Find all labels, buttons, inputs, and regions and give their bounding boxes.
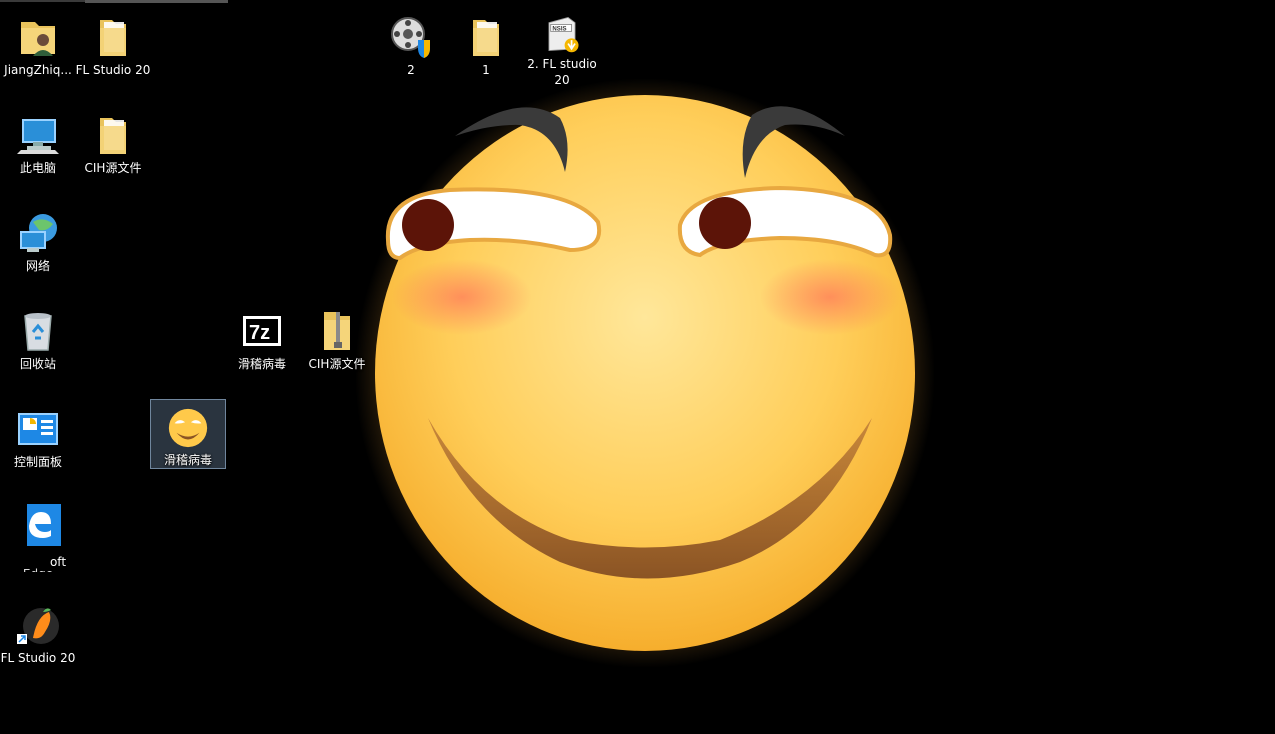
recycle-bin-icon: [24, 313, 52, 351]
recycle-bin-icon-item[interactable]: 回收站: [0, 302, 76, 382]
cih-zip-icon-item[interactable]: CIH源文件: [299, 302, 375, 382]
icon-label: FL Studio 20: [0, 651, 76, 665]
left-pupil: [402, 199, 454, 251]
7z-archive-icon-item[interactable]: 7z 滑稽病毒: [224, 302, 300, 382]
fl-studio-shortcut-icon-item[interactable]: FL Studio 20: [0, 596, 76, 676]
edge-browser-icon: [27, 504, 61, 546]
svg-text:NSIS: NSIS: [552, 26, 566, 33]
control-panel-icon-item[interactable]: 控制面板: [0, 400, 76, 480]
icon-label: 控制面板: [13, 455, 62, 469]
smiley-wallpaper: [355, 78, 935, 668]
folder-icon: [473, 20, 499, 56]
right-pupil: [699, 197, 751, 249]
icon-label: 回收站: [19, 357, 56, 371]
fl-studio-icon: [17, 608, 59, 644]
installer-2-icon-item[interactable]: 2: [373, 8, 449, 88]
icon-label: FL Studio 20: [75, 63, 151, 77]
cih-folder-icon-item[interactable]: CIH源文件: [75, 106, 151, 186]
computer-icon: [17, 119, 59, 154]
icon-label: JiangZhiq...: [4, 63, 72, 77]
icon-label: 此电脑: [19, 161, 56, 175]
icon-label: 滑稽病毒: [237, 357, 286, 371]
icon-label: 网络: [25, 259, 50, 273]
fl-studio-folder-icon-item[interactable]: FL Studio 20: [75, 8, 151, 88]
svg-text:7z: 7z: [249, 322, 270, 344]
control-panel-icon: [18, 413, 58, 445]
installer-shield-icon: [391, 17, 430, 58]
icon-label: 1: [482, 63, 490, 77]
folder-icon: [100, 118, 126, 154]
edge-icon-item[interactable]: oft Edge: [0, 494, 76, 574]
icon-label: CIH源文件: [84, 161, 142, 175]
folder-icon: [100, 20, 126, 56]
user-folder-icon: [21, 22, 55, 56]
left-blush: [392, 259, 532, 335]
7zip-icon: 7z: [243, 316, 281, 346]
nsis-installer-icon: NSIS: [548, 17, 579, 53]
icon-label-sub: Edge: [0, 566, 76, 572]
network-icon: [20, 214, 57, 252]
user-folder-icon-item[interactable]: JiangZhiq...: [0, 8, 76, 88]
network-icon-item[interactable]: 网络: [0, 204, 76, 284]
icon-label: CIH源文件: [308, 357, 366, 371]
nsis-installer-icon-item[interactable]: NSIS 2. FL studio 20: [524, 8, 600, 88]
zip-folder-icon: [324, 312, 350, 350]
funny-virus-icon-item[interactable]: 滑稽病毒: [150, 399, 226, 469]
icon-label: 2: [407, 63, 415, 77]
this-pc-icon-item[interactable]: 此电脑: [0, 106, 76, 186]
icon-label: 滑稽病毒: [163, 453, 212, 467]
smiley-face-icon: [168, 408, 208, 448]
right-blush: [760, 259, 900, 335]
folder-1-icon-item[interactable]: 1: [448, 8, 524, 88]
icon-label: 2. FL studio 20: [527, 57, 597, 87]
